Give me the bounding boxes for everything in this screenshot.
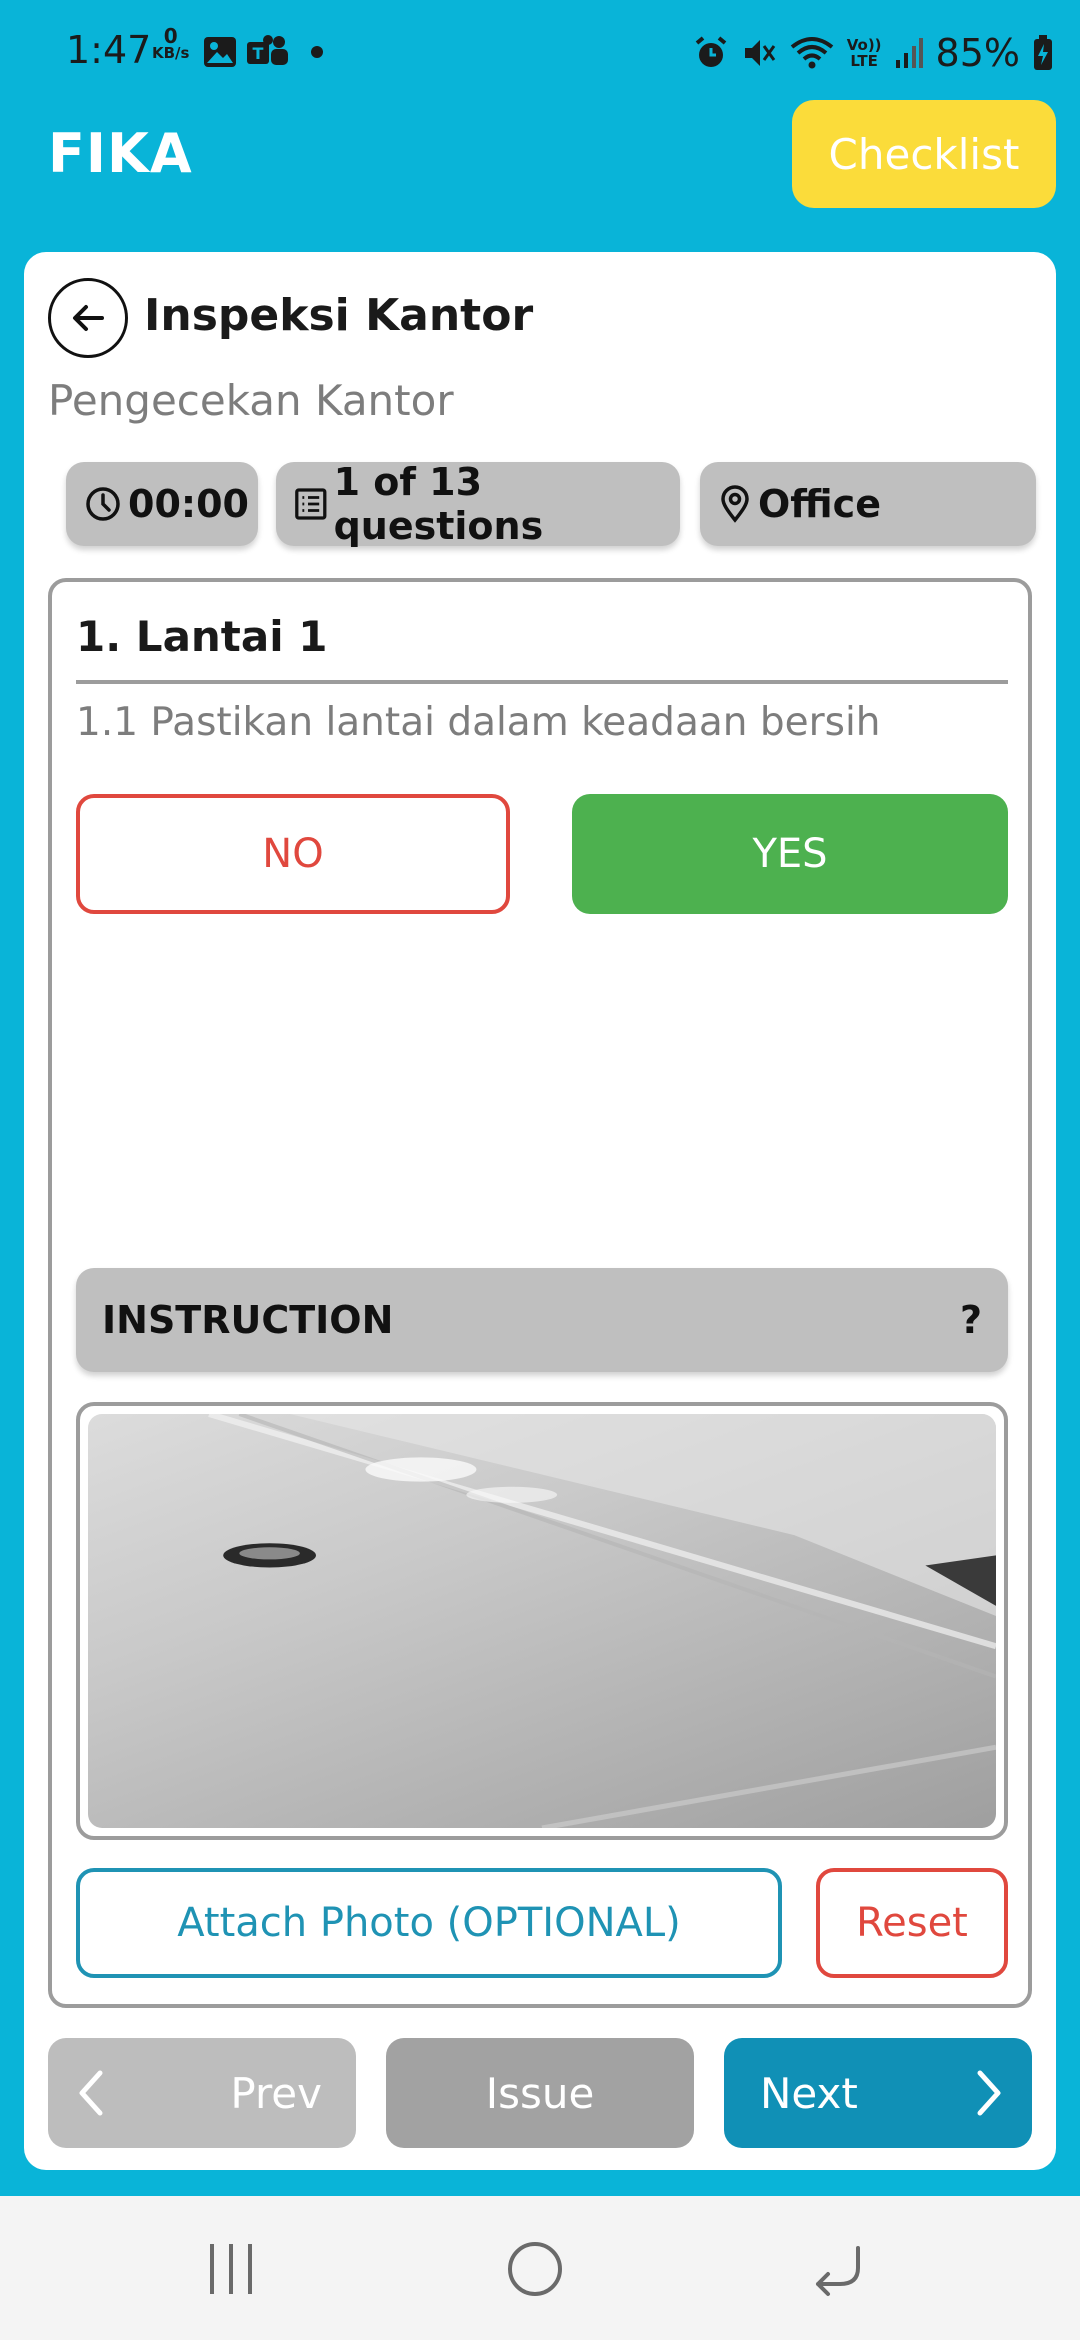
section-title: 1. Lantai 1 <box>76 612 328 661</box>
question-panel: 1. Lantai 1 1.1 Pastikan lantai dalam ke… <box>48 578 1032 2008</box>
issue-button[interactable]: Issue <box>386 2038 694 2148</box>
reset-button[interactable]: Reset <box>816 1868 1008 1978</box>
mute-icon <box>744 40 775 66</box>
alarm-icon <box>695 36 726 67</box>
clock-icon <box>86 487 120 521</box>
chevron-right-icon <box>977 2070 1001 2116</box>
page-title: Inspeksi Kantor <box>144 290 534 341</box>
help-icon: ? <box>959 1298 982 1342</box>
status-icons: Vo)) LTE 85% <box>693 28 1054 78</box>
no-button[interactable]: NO <box>76 794 510 914</box>
inspection-card: Inspeksi Kantor Pengecekan Kantor 00:00 … <box>24 252 1056 2170</box>
notification-dot <box>311 46 323 58</box>
chevron-left-icon <box>79 2070 103 2116</box>
status-time: 1:47 <box>66 28 152 72</box>
next-button[interactable]: Next <box>724 2038 1032 2148</box>
attach-photo-button[interactable]: Attach Photo (OPTIONAL) <box>76 1868 782 1978</box>
yes-button[interactable]: YES <box>572 794 1008 914</box>
divider <box>76 680 1008 684</box>
next-label: Next <box>760 2068 858 2118</box>
timer-chip: 00:00 <box>66 462 258 546</box>
prev-label: Prev <box>230 2068 322 2118</box>
signal-icon <box>895 38 923 68</box>
teams-notification-icon: T <box>247 35 288 65</box>
instruction-photo-frame <box>76 1402 1008 1840</box>
wifi-icon <box>790 37 833 69</box>
question-progress: 1 of 13 questions <box>333 460 544 548</box>
instruction-photo <box>88 1414 996 1828</box>
location-pin-icon <box>721 485 749 523</box>
instruction-toggle[interactable]: INSTRUCTION ? <box>76 1268 1008 1372</box>
app-title: FIKA <box>48 122 193 185</box>
status-bar: 1:47 0 KB/s T Vo)) LTE 85% <box>0 0 1080 100</box>
page-subtitle: Pengecekan Kantor <box>48 376 454 425</box>
question-text: 1.1 Pastikan lantai dalam keadaan bersih <box>76 700 881 745</box>
home-icon[interactable] <box>506 2240 564 2298</box>
back-icon[interactable] <box>810 2240 866 2298</box>
issue-label: Issue <box>485 2068 595 2118</box>
network-speed: 0 KB/s <box>152 24 190 62</box>
back-button[interactable] <box>48 278 128 358</box>
volte-indicator: Vo)) LTE <box>846 36 882 70</box>
prev-button[interactable]: Prev <box>48 2038 356 2148</box>
checklist-button[interactable]: Checklist <box>792 100 1056 208</box>
battery-percent: 85% <box>935 31 1020 75</box>
instruction-label: INSTRUCTION <box>102 1298 394 1342</box>
back-arrow-icon <box>73 305 104 331</box>
location-chip: Office <box>700 462 1036 546</box>
battery-charging-icon <box>1034 35 1052 70</box>
gallery-notification-icon <box>204 37 236 67</box>
svg-text:T: T <box>253 44 264 63</box>
system-navigation-bar <box>0 2196 1080 2340</box>
timer-value: 00:00 <box>128 482 249 526</box>
question-progress-chip: 1 of 13 questions <box>276 460 680 548</box>
recent-apps-icon[interactable] <box>206 2240 256 2298</box>
list-icon <box>295 488 327 520</box>
location-value: Office <box>758 482 881 526</box>
